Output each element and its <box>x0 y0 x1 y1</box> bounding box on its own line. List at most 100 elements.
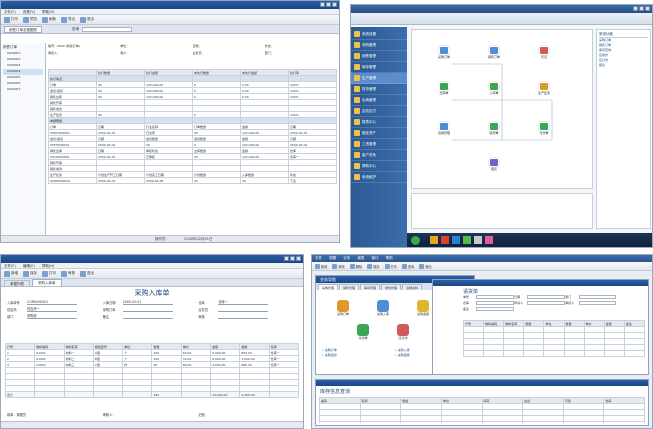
menu-item[interactable]: 帮助(H) <box>42 10 54 14</box>
sidebar-item[interactable]: 应收应付 <box>351 106 407 117</box>
form-field-input[interactable] <box>527 301 566 305</box>
menu-item[interactable]: 帮助(H) <box>42 264 54 268</box>
toolbar-button[interactable]: 退出 <box>419 263 432 269</box>
sidebar-item[interactable]: 系统维护 <box>351 172 407 183</box>
workflow-node[interactable]: 入库单 <box>484 82 504 95</box>
field-value[interactable]: 2000-02-01 <box>122 300 173 305</box>
sidebar-item[interactable]: 生产管理 <box>351 73 407 84</box>
start-icon[interactable] <box>411 235 420 245</box>
toolbar-button[interactable]: 打印 <box>384 263 397 269</box>
refresh-button[interactable]: 刷新 <box>42 16 56 23</box>
taskbar-app-icon[interactable] <box>441 236 449 244</box>
menu-item[interactable]: 文件(F) <box>4 264 16 268</box>
minimize-button[interactable] <box>284 256 289 261</box>
minimize-button[interactable] <box>633 6 638 11</box>
export-button[interactable]: 导出 <box>61 16 75 23</box>
tab-purchase-inbound[interactable]: 采购入库单 <box>32 279 62 286</box>
taskbar-app-icon[interactable] <box>430 236 438 244</box>
workflow-node[interactable]: 采购订单 <box>434 46 454 59</box>
module-icon <box>354 130 360 136</box>
form-field-input[interactable] <box>578 295 617 299</box>
field-value[interactable]: 仓库一 <box>218 300 269 305</box>
taskbar-app-icon[interactable] <box>474 236 482 244</box>
taskbar-app-icon[interactable] <box>452 236 460 244</box>
toolbar-button[interactable]: 删除 <box>349 263 362 269</box>
menu-item[interactable]: 业务 <box>343 256 350 260</box>
taskbar-app-icon[interactable] <box>463 236 471 244</box>
desk-link[interactable]: • 采购退货 <box>322 353 395 358</box>
desk-icon-button[interactable]: 采购订单 <box>330 300 356 316</box>
workflow-node[interactable]: 出纳管理 <box>434 122 454 135</box>
add-button[interactable]: 新增 <box>4 270 18 277</box>
maximize-button[interactable] <box>326 2 331 7</box>
workflow-node[interactable]: 凭证 <box>534 46 554 59</box>
menu-item[interactable]: 查看(V) <box>23 10 35 14</box>
workflow-node[interactable]: 报表 <box>484 158 504 171</box>
desk-icon-button[interactable]: 采购入库 <box>370 300 396 316</box>
form-field-input[interactable] <box>578 301 617 305</box>
sidebar-item[interactable]: 采购管理 <box>351 40 407 51</box>
form-field-input[interactable] <box>476 301 515 305</box>
table-row[interactable]: SCRW000001 2000-02-01 2000-02-05 30 30 下达 <box>48 177 337 184</box>
quick-function-link[interactable]: 报表 <box>599 63 648 68</box>
workflow-node[interactable]: 付款单 <box>534 122 554 135</box>
field-value[interactable] <box>122 314 173 319</box>
form-field-input[interactable] <box>476 295 515 299</box>
exit-button[interactable]: 退出 <box>80 270 94 277</box>
workflow-node[interactable]: 生产任务 <box>534 82 554 95</box>
menu-item[interactable]: 报表 <box>357 256 364 260</box>
sidebar-item[interactable]: 固定资产 <box>351 128 407 139</box>
tab-document-list[interactable]: 单据列表 <box>4 280 30 286</box>
sidebar-item[interactable]: 财务管理 <box>351 84 407 95</box>
print-button[interactable]: 打印 <box>42 270 56 277</box>
approve-button[interactable]: 审核 <box>61 270 75 277</box>
toolbar-button[interactable]: 查询 <box>401 263 414 269</box>
field-value[interactable] <box>218 307 269 312</box>
menu-item[interactable]: 文件(F) <box>4 10 16 14</box>
close-button[interactable] <box>296 256 301 261</box>
table-row[interactable] <box>463 350 645 357</box>
tab-order-tracking[interactable]: 销售订单全程跟踪 <box>4 25 42 33</box>
field-value[interactable]: CGRK000001 <box>27 300 77 305</box>
sidebar-item[interactable]: 工资管理 <box>351 139 407 150</box>
field-value[interactable] <box>218 314 269 319</box>
field-value[interactable] <box>122 307 173 312</box>
maximize-button[interactable] <box>639 6 644 11</box>
toolbar-button[interactable]: 新增 <box>315 263 327 269</box>
close-button[interactable] <box>332 2 337 7</box>
sidebar-item[interactable]: 库存管理 <box>351 62 407 73</box>
toolbar-button[interactable]: 保存 <box>367 263 380 269</box>
menu-item[interactable]: 文件 <box>315 256 322 260</box>
close-button[interactable] <box>645 6 650 11</box>
tree-node[interactable]: 0000007 <box>3 87 43 93</box>
sidebar-item[interactable]: 销售管理 <box>351 51 407 62</box>
desk-icon-button[interactable]: 付款单 <box>350 324 376 340</box>
workflow-node[interactable]: 销售订单 <box>484 46 504 59</box>
field-value[interactable]: 供应商一 <box>27 307 77 312</box>
sidebar-item[interactable]: 帮助中心 <box>351 161 407 172</box>
menu-item[interactable]: 编辑(E) <box>23 264 35 268</box>
menu-item[interactable]: 窗口 <box>372 256 379 260</box>
menu-item[interactable]: 视图 <box>329 256 336 260</box>
table-row[interactable] <box>319 421 645 423</box>
sidebar-item[interactable]: 报表中心 <box>351 117 407 128</box>
exit-button[interactable]: 退出 <box>80 16 94 23</box>
toolbar-button[interactable]: 修改 <box>332 263 345 269</box>
save-button[interactable]: 保存 <box>23 270 37 277</box>
workflow-node[interactable]: 出库单 <box>434 82 454 95</box>
sidebar-item[interactable]: 系统设置 <box>351 29 407 40</box>
taskbar-app-icon[interactable] <box>485 236 493 244</box>
search-input[interactable] <box>82 26 132 32</box>
form-field-input[interactable] <box>527 295 566 299</box>
maximize-button[interactable] <box>290 256 295 261</box>
sidebar-item[interactable]: 客户关系 <box>351 150 407 161</box>
field-value[interactable]: 采购部 <box>27 314 77 319</box>
print-button[interactable]: 打印 <box>4 16 18 23</box>
minimize-button[interactable] <box>320 2 325 7</box>
form-field-input[interactable] <box>476 307 515 311</box>
desk-icon-button[interactable]: 应付款 <box>390 324 416 340</box>
workflow-node[interactable]: 收款单 <box>484 122 504 135</box>
menu-item[interactable]: 帮助 <box>386 256 393 260</box>
preview-button[interactable]: 预览 <box>23 16 37 23</box>
sidebar-item[interactable]: 出纳管理 <box>351 95 407 106</box>
